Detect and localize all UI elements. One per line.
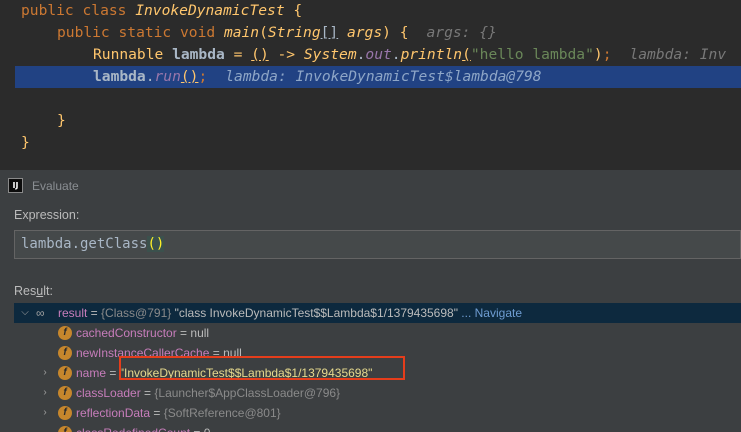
- tree-row[interactable]: f cachedConstructor = null: [14, 323, 741, 343]
- field-out: out: [365, 46, 392, 63]
- field-value: null: [223, 346, 242, 360]
- class-name: InvokeDynamicTest: [135, 2, 285, 19]
- field-value: {SoftReference@801}: [163, 406, 281, 420]
- inline-debug-hint: lambda: InvokeDynamicTest$lambda@798: [225, 68, 542, 85]
- tree-row-name[interactable]: › f name = "InvokeDynamicTest$$Lambda$1/…: [14, 363, 741, 383]
- close-brace: }: [57, 112, 66, 129]
- var-lambda: lambda: [172, 46, 225, 63]
- assign: =: [224, 46, 252, 63]
- paren-open: (: [259, 24, 268, 41]
- field-icon: f: [58, 326, 72, 340]
- expression-input[interactable]: lambda.getClass(): [14, 230, 741, 259]
- type-string: String: [267, 24, 321, 41]
- equals: =: [176, 326, 191, 340]
- dot: .: [145, 68, 155, 85]
- evaluate-header: IJ Evaluate: [0, 170, 741, 202]
- var-name: result: [58, 306, 88, 320]
- equals: =: [140, 386, 155, 400]
- field-name: cachedConstructor: [76, 326, 177, 340]
- paren-open: (: [462, 46, 471, 63]
- code-line-6[interactable]: }: [57, 110, 741, 132]
- field-value: null: [190, 326, 210, 340]
- field-icon: f: [58, 406, 72, 420]
- chevron-right-icon[interactable]: ›: [40, 363, 50, 383]
- code-line-7[interactable]: }: [21, 132, 741, 154]
- field-icon: f: [58, 426, 72, 432]
- chevron-down-icon[interactable]: ⌵: [20, 303, 30, 323]
- array-brackets: []: [320, 24, 339, 41]
- tree-row[interactable]: f newInstanceCallerCache = null: [14, 343, 741, 363]
- close-brace: }: [21, 134, 30, 151]
- expression-code: lambda.getClass: [21, 236, 148, 252]
- field-name: classRedefinedCount: [76, 426, 190, 432]
- arrow: ->: [268, 46, 304, 63]
- system-class: System: [303, 46, 357, 63]
- intellij-icon: IJ: [8, 178, 23, 193]
- field-name: name: [76, 366, 107, 380]
- paren-close: ): [382, 24, 391, 41]
- result-label-prefix: Res: [14, 284, 37, 298]
- keyword-public-static-void: public static void: [57, 24, 224, 41]
- field-icon: f: [58, 366, 72, 380]
- open-brace: {: [284, 2, 303, 19]
- equals: =: [106, 366, 120, 380]
- dot: .: [391, 46, 401, 63]
- expression-parens: (): [147, 236, 165, 252]
- chevron-right-icon[interactable]: ›: [40, 383, 50, 403]
- field-icon: f: [58, 346, 72, 360]
- evaluate-panel: IJ Evaluate Expression: lambda.getClass(…: [0, 170, 741, 432]
- tree-row[interactable]: › f reflectionData = {SoftReference@801}: [14, 403, 741, 423]
- field-value: {Launcher$AppClassLoader@796}: [154, 386, 341, 400]
- inline-debug-hint: lambda: Inv: [629, 46, 727, 63]
- watch-result-icon: ∞: [36, 306, 45, 320]
- result-tree[interactable]: ⌵ ∞ result = {Class@791} "class InvokeDy…: [14, 303, 741, 432]
- type-runnable: Runnable: [93, 46, 173, 63]
- lambda-params: (): [251, 46, 269, 63]
- field-value: "InvokeDynamicTest$$Lambda$1/1379435698": [119, 366, 373, 380]
- semicolon: ;: [602, 46, 612, 63]
- object-ref: {Class@791}: [101, 306, 172, 320]
- expression-label: Expression:: [14, 208, 80, 222]
- inline-debug-hint: args: {}: [426, 24, 497, 41]
- evaluate-title: Evaluate: [32, 179, 79, 193]
- tree-row-result[interactable]: ⌵ ∞ result = {Class@791} "class InvokeDy…: [14, 303, 741, 323]
- expression-text: lambda.getClass(): [21, 236, 165, 252]
- code-line-3[interactable]: Runnable lambda = () -> System.out.print…: [93, 44, 741, 66]
- paren-close: ): [593, 46, 603, 63]
- tree-row[interactable]: f classRedefinedCount = 0: [14, 423, 741, 432]
- equals: =: [209, 346, 224, 360]
- field-value: 0: [204, 426, 211, 432]
- equals: =: [190, 426, 204, 432]
- code-line-2[interactable]: public static void main(String[] args) {…: [57, 22, 741, 44]
- current-execution-line[interactable]: lambda.run(); lambda: InvokeDynamicTest$l…: [15, 66, 741, 88]
- code-editor[interactable]: public class InvokeDynamicTest { public …: [0, 0, 741, 170]
- param-args: args: [338, 24, 383, 41]
- parens: (): [180, 68, 199, 85]
- navigate-link[interactable]: ... Navigate: [458, 306, 522, 320]
- field-name: newInstanceCallerCache: [76, 346, 210, 360]
- equals: =: [87, 306, 102, 320]
- field-icon: f: [58, 386, 72, 400]
- semicolon: ;: [198, 68, 208, 85]
- chevron-right-icon[interactable]: ›: [40, 403, 50, 423]
- result-label-suffix: lt:: [43, 284, 53, 298]
- var-lambda: lambda: [93, 68, 146, 85]
- method-run: run: [154, 68, 181, 85]
- field-name: reflectionData: [76, 406, 151, 420]
- open-brace: {: [390, 24, 409, 41]
- field-name: classLoader: [76, 386, 141, 400]
- string-literal: "hello lambda": [470, 46, 594, 63]
- var-value: "class InvokeDynamicTest$$Lambda$1/13794…: [171, 306, 458, 320]
- result-label: Result:: [14, 284, 53, 298]
- tree-row[interactable]: › f classLoader = {Launcher$AppClassLoad…: [14, 383, 741, 403]
- equals: =: [150, 406, 164, 420]
- code-line-1[interactable]: public class InvokeDynamicTest {: [21, 0, 741, 22]
- method-println: println: [400, 46, 463, 63]
- keyword-public-class: public class: [21, 2, 136, 19]
- method-main: main: [223, 24, 260, 41]
